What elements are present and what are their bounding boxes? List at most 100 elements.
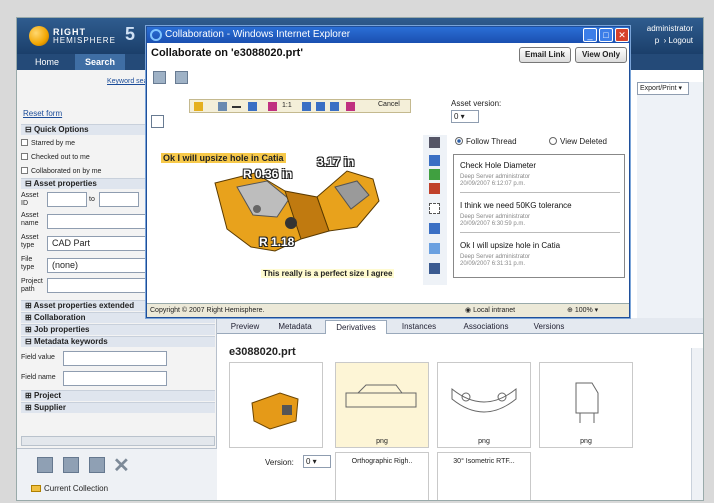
collab-heading: Collaborate on 'e3088020.prt' [151,47,303,59]
annotation-radius-118[interactable]: R 1.18 [259,235,294,249]
file-type-select[interactable]: (none) [47,258,147,273]
cube-shaded-icon[interactable] [346,102,355,111]
collection-tool-icon[interactable] [89,457,105,473]
view-only-button[interactable]: View Only [575,47,627,63]
markup-tool-icon[interactable] [153,71,166,84]
view-cube-icon[interactable] [429,243,440,254]
asset-name-label: Asset name [21,212,39,227]
window-titlebar[interactable]: Collaboration - Windows Internet Explore… [147,27,629,43]
nav-home[interactable]: Home [25,54,69,70]
message-time: 20/09/2007 6:12:07 p.m. [460,181,526,187]
view-icon[interactable] [218,102,227,111]
section-project[interactable]: ⊞ Project [21,390,215,401]
message-author: Deep Server administrator [460,214,531,220]
message-time: 20/09/2007 6:30:59 p.m. [460,221,526,227]
check-collaborated[interactable]: Collaborated on by me [21,166,161,177]
annotation-radius-036[interactable]: R 0.36 in [243,167,292,181]
thread-message[interactable]: I think we need 50KG tolerance Deep Serv… [460,201,620,233]
delete-x-icon[interactable]: ✕ [113,453,130,478]
thread-message[interactable]: Check Hole Diameter Deep Server administ… [460,161,620,193]
message-author: Deep Server administrator [460,254,531,260]
logout-link[interactable]: Logout [669,36,693,45]
asset-name-input[interactable] [47,214,147,229]
tab-associations[interactable]: Associations [453,320,519,334]
message-text: Ok I will upsize hole in Catia [460,241,561,250]
vertical-scrollbar[interactable] [691,348,703,500]
thread-message[interactable]: Ok I will upsize hole in Catia Deep Serv… [460,241,620,268]
derivative-thumb-main[interactable] [229,362,323,448]
follow-thread-radio[interactable]: Follow Thread [455,137,517,146]
tab-instances[interactable]: Instances [393,320,445,334]
cube-icon[interactable] [248,102,257,111]
logo: RIGHT HEMISPHERE 5 [29,24,149,48]
horizontal-scrollbar[interactable] [21,436,215,446]
project-path-label: Project path [21,278,43,293]
thumb-caption: png [376,438,388,445]
layers-icon[interactable] [429,263,440,274]
annotation-perfect-size[interactable]: This really is a perfect size I agree [261,269,395,278]
asset-type-input[interactable]: CAD Part [47,236,147,251]
scale-button[interactable]: 1:1 [282,102,292,109]
rotate-icon[interactable] [429,137,440,148]
reset-form-link[interactable]: Reset form [23,109,62,118]
axis-icon[interactable] [268,102,277,111]
collection-tool-icon[interactable] [37,457,53,473]
asset-version-value: 0 [454,112,459,121]
project-path-input[interactable] [47,278,147,293]
field-name-input[interactable] [63,371,167,386]
help-link[interactable]: p [655,36,659,45]
logo-line2: HEMISPHERE [53,36,116,45]
export-print-select[interactable]: Export/Print ▾ [637,82,689,95]
cancel-button[interactable]: Cancel [378,101,400,108]
stamp-icon[interactable] [429,183,440,194]
ie-logo-icon [150,29,162,41]
minus-icon[interactable] [232,106,241,108]
tab-derivatives[interactable]: Derivatives [325,320,387,334]
field-name-label: Field name [21,374,56,381]
panel-toggle-icon[interactable] [151,115,164,128]
highlight-icon[interactable] [429,169,440,180]
view-deleted-radio[interactable]: View Deleted [549,137,607,146]
check-starred[interactable]: Starred by me [21,138,161,149]
status-zoom[interactable]: ⊕ 100% ▾ [567,304,598,318]
field-value-input[interactable] [63,351,167,366]
asset-version-select[interactable]: 0 ▾ [451,110,479,123]
cad-part-viewport[interactable] [197,143,417,283]
pen-icon[interactable] [429,155,440,166]
check-checked-out[interactable]: Checked out to me [21,152,161,163]
derivative-thumb-png-2[interactable] [437,362,531,448]
version-select[interactable]: 0 ▾ [303,455,331,468]
select-region-icon[interactable] [429,203,440,214]
logo-ball-icon [29,26,49,46]
cube-tool-icon[interactable] [429,223,440,234]
derivative-thumb-png-3[interactable] [539,362,633,448]
asset-id-to-input[interactable] [99,192,139,207]
derivative-thumb-png-1[interactable] [335,362,429,448]
section-supplier[interactable]: ⊞ Supplier [21,402,215,413]
tab-versions[interactable]: Versions [525,320,573,334]
current-collection[interactable]: Current Collection [31,484,108,493]
annotation-upsize[interactable]: Ok I will upsize hole in Catia [161,153,286,163]
tab-metadata[interactable]: Metadata [271,320,319,334]
radio-on-icon [455,137,463,145]
nav-search[interactable]: Search [75,54,126,70]
keyword-search-link[interactable]: Keyword sea [107,78,147,85]
results-strip [637,82,703,322]
collection-tool-icon[interactable] [63,457,79,473]
maximize-icon[interactable]: □ [599,28,613,42]
close-icon[interactable]: ✕ [615,28,629,42]
section-label: Collaboration [33,313,86,322]
asset-id-from-input[interactable] [47,192,87,207]
minimize-icon[interactable]: _ [583,28,597,42]
section-job-properties[interactable]: ⊞ Job properties [21,324,215,335]
annotation-length-317[interactable]: 3.17 in [317,155,354,169]
tab-preview[interactable]: Preview [225,320,265,334]
email-link-button[interactable]: Email Link [519,47,571,63]
folder-open-icon[interactable] [194,102,203,111]
cube-side-icon[interactable] [330,102,339,111]
radio-label: Follow Thread [466,137,517,146]
cube-front-icon[interactable] [302,102,311,111]
cube-top-icon[interactable] [316,102,325,111]
markup-tool-icon[interactable] [175,71,188,84]
section-metadata-keywords[interactable]: ⊟ Metadata keywords [21,336,215,347]
